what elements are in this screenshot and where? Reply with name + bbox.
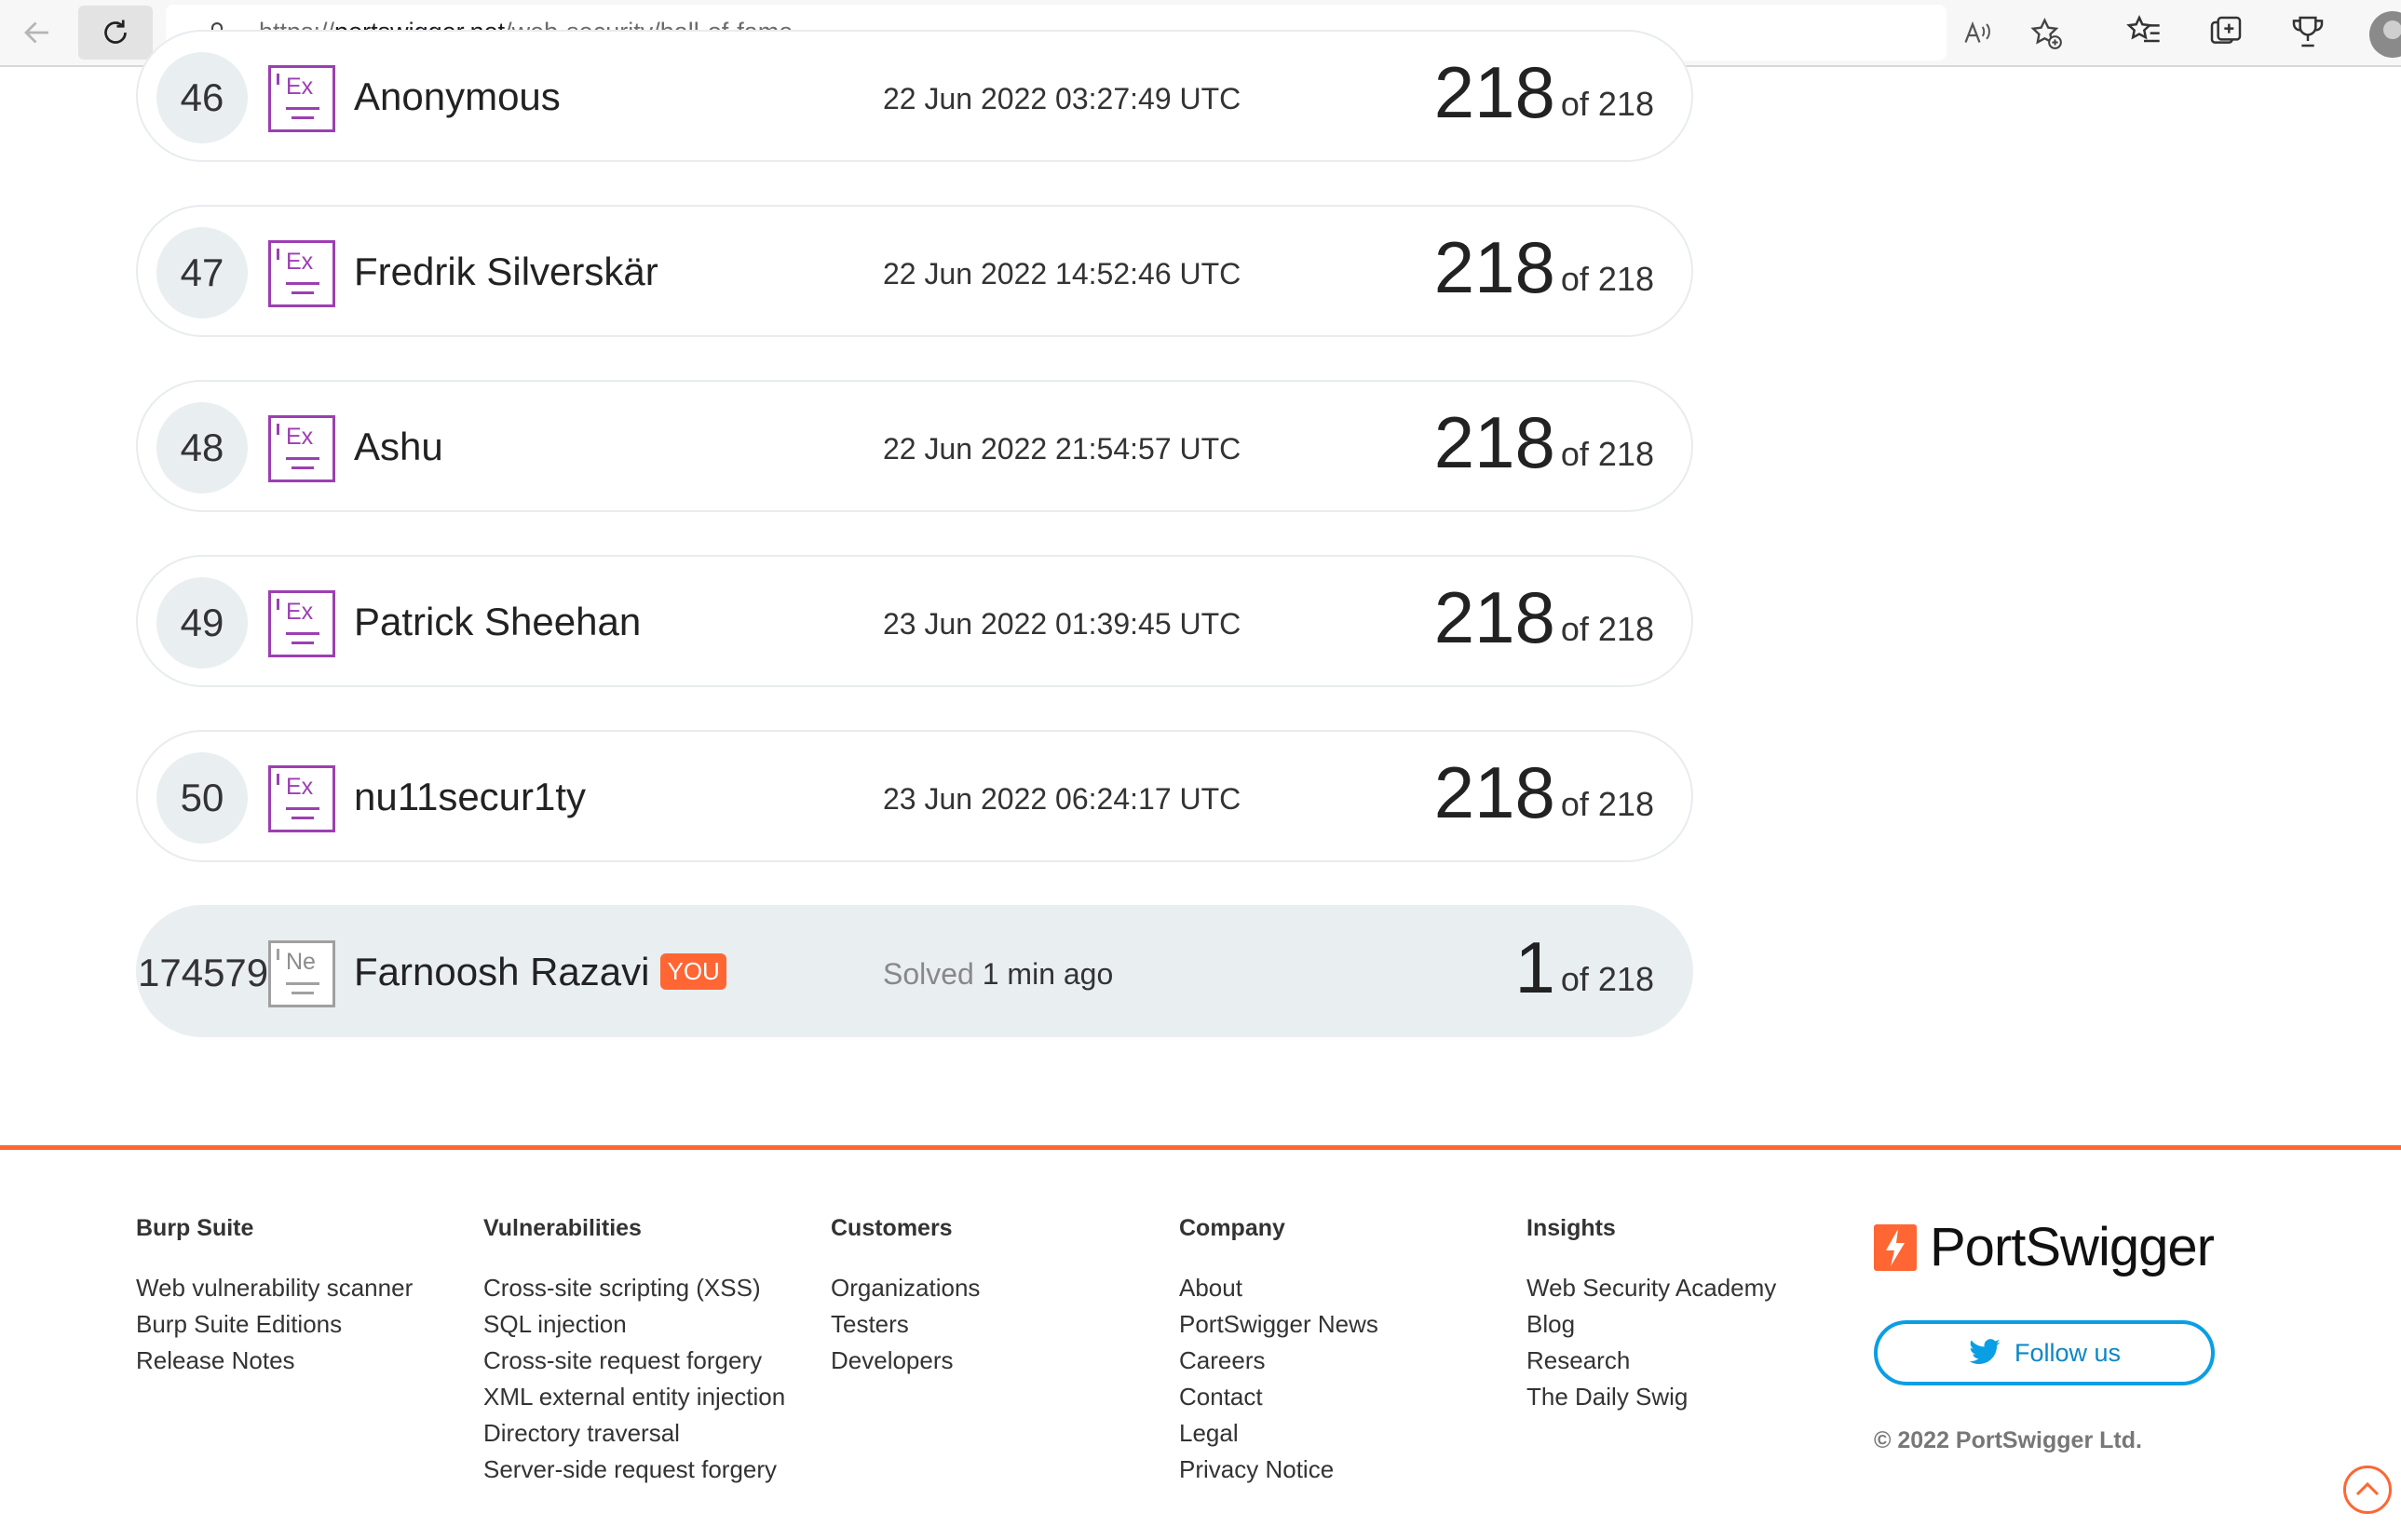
solved-time: Solved 1 min ago (883, 957, 1114, 991)
footer-divider (0, 1145, 2401, 1150)
footer-column-title: Insights (1526, 1215, 1616, 1241)
rank-number: 48 (156, 402, 248, 493)
footer-link[interactable]: Cross-site request forgery (483, 1343, 785, 1379)
you-badge: YOU (660, 953, 726, 990)
footer-link[interactable]: Contact (1179, 1379, 1378, 1415)
user-name: nu11secur1ty (354, 775, 587, 818)
leaderboard-row: 47 Ex Fredrik Silverskär 22 Jun 2022 14:… (136, 205, 1693, 337)
footer-link[interactable]: Developers (831, 1343, 980, 1379)
footer-column-company: Company About PortSwigger News Careers C… (1179, 1215, 1378, 1488)
footer-link[interactable]: Organizations (831, 1270, 980, 1306)
leaderboard-row: 49 Ex Patrick Sheehan 23 Jun 2022 01:39:… (136, 555, 1693, 687)
score: 218 of 218 (1433, 576, 1654, 658)
novice-badge-icon: Ne (268, 940, 335, 1007)
footer-link[interactable]: Web vulnerability scanner (136, 1270, 413, 1306)
footer-link[interactable]: Careers (1179, 1343, 1378, 1379)
footer-column-title: Customers (831, 1215, 953, 1241)
footer-link[interactable]: Server-side request forgery (483, 1452, 785, 1488)
copyright-text: © 2022 PortSwigger Ltd. (1874, 1427, 2142, 1453)
footer-link[interactable]: SQL injection (483, 1306, 785, 1343)
rank-number: 46 (156, 52, 248, 143)
read-aloud-icon[interactable] (1961, 16, 1995, 49)
leaderboard-row: 48 Ex Ashu 22 Jun 2022 21:54:57 UTC 218 o… (136, 380, 1693, 512)
footer-column-title: Company (1179, 1215, 1285, 1241)
footer-column-title: Burp Suite (136, 1215, 254, 1241)
reload-button[interactable] (78, 6, 153, 60)
extensions-trophy-icon[interactable] (2289, 13, 2326, 50)
favorites-icon[interactable] (2125, 13, 2163, 50)
footer-column-insights: Insights Web Security Academy Blog Resea… (1526, 1215, 1776, 1415)
footer-link[interactable]: Web Security Academy (1526, 1270, 1776, 1306)
score: 218 of 218 (1433, 51, 1654, 133)
footer-link[interactable]: Legal (1179, 1415, 1378, 1452)
footer-link[interactable]: Burp Suite Editions (136, 1306, 413, 1343)
score: 1 of 218 (1514, 926, 1654, 1008)
footer-link[interactable]: XML external entity injection (483, 1379, 785, 1415)
scroll-to-top-button[interactable] (2343, 1466, 2392, 1514)
footer-link[interactable]: Privacy Notice (1179, 1452, 1378, 1488)
score: 218 of 218 (1433, 226, 1654, 308)
leaderboard-row: 50 Ex nu11secur1ty 23 Jun 2022 06:24:17 … (136, 730, 1693, 862)
footer-column-title: Vulnerabilities (483, 1215, 642, 1241)
user-name: Farnoosh Razavi YOU (354, 950, 726, 994)
footer-link[interactable]: Research (1526, 1343, 1776, 1379)
footer-column-burp-suite: Burp Suite Web vulnerability scanner Bur… (136, 1215, 413, 1379)
user-name: Ashu (354, 425, 443, 468)
solved-timestamp: 22 Jun 2022 21:54:57 UTC (883, 432, 1241, 466)
rank-number: 174579 (138, 951, 269, 994)
chevron-up-icon (2355, 1481, 2380, 1496)
rank-number: 49 (156, 577, 248, 669)
user-name: Fredrik Silverskär (354, 250, 658, 293)
footer-link[interactable]: Directory traversal (483, 1415, 785, 1452)
portswigger-logo[interactable]: PortSwigger (1874, 1216, 2215, 1278)
leaderboard-row: 46 Ex Anonymous 22 Jun 2022 03:27:49 UTC… (136, 30, 1693, 162)
solved-timestamp: 22 Jun 2022 14:52:46 UTC (883, 257, 1241, 290)
footer-link[interactable]: Cross-site scripting (XSS) (483, 1270, 785, 1306)
add-favorite-icon[interactable] (2028, 16, 2064, 51)
collections-icon[interactable] (2207, 13, 2245, 50)
footer-link[interactable]: The Daily Swig (1526, 1379, 1776, 1415)
expert-badge-icon: Ex (268, 415, 335, 482)
score: 218 of 218 (1433, 751, 1654, 833)
footer-link[interactable]: Release Notes (136, 1343, 413, 1379)
expert-badge-icon: Ex (268, 765, 335, 832)
solved-timestamp: 23 Jun 2022 01:39:45 UTC (883, 607, 1241, 641)
footer-link[interactable]: Blog (1526, 1306, 1776, 1343)
reload-icon (104, 20, 127, 44)
twitter-icon (1969, 1339, 2001, 1364)
footer-link[interactable]: Testers (831, 1306, 980, 1343)
follow-us-button[interactable]: Follow us (1874, 1320, 2215, 1385)
follow-us-label: Follow us (2014, 1338, 2122, 1367)
footer-column-customers: Customers Organizations Testers Develope… (831, 1215, 980, 1379)
solved-timestamp: 22 Jun 2022 03:27:49 UTC (883, 82, 1241, 115)
footer-column-vulnerabilities: Vulnerabilities Cross-site scripting (XS… (483, 1215, 785, 1488)
user-name: Anonymous (354, 74, 561, 118)
user-name: Patrick Sheehan (354, 600, 642, 643)
rank-number: 50 (156, 752, 248, 844)
expert-badge-icon: Ex (268, 65, 335, 132)
logo-text: PortSwigger (1930, 1217, 2215, 1277)
expert-badge-icon: Ex (268, 590, 335, 657)
current-user-row: 174579 Ne Farnoosh Razavi YOU Solved 1 mi… (136, 905, 1693, 1037)
back-button[interactable] (0, 6, 75, 60)
expert-badge-icon: Ex (268, 240, 335, 307)
solved-timestamp: 23 Jun 2022 06:24:17 UTC (883, 782, 1241, 816)
rank-number: 47 (156, 227, 248, 318)
arrow-left-icon (24, 21, 48, 44)
score: 218 of 218 (1433, 401, 1654, 483)
portswigger-logo-icon (1874, 1223, 1917, 1271)
footer-link[interactable]: PortSwigger News (1179, 1306, 1378, 1343)
profile-avatar[interactable] (2369, 11, 2401, 58)
footer-link[interactable]: About (1179, 1270, 1378, 1306)
